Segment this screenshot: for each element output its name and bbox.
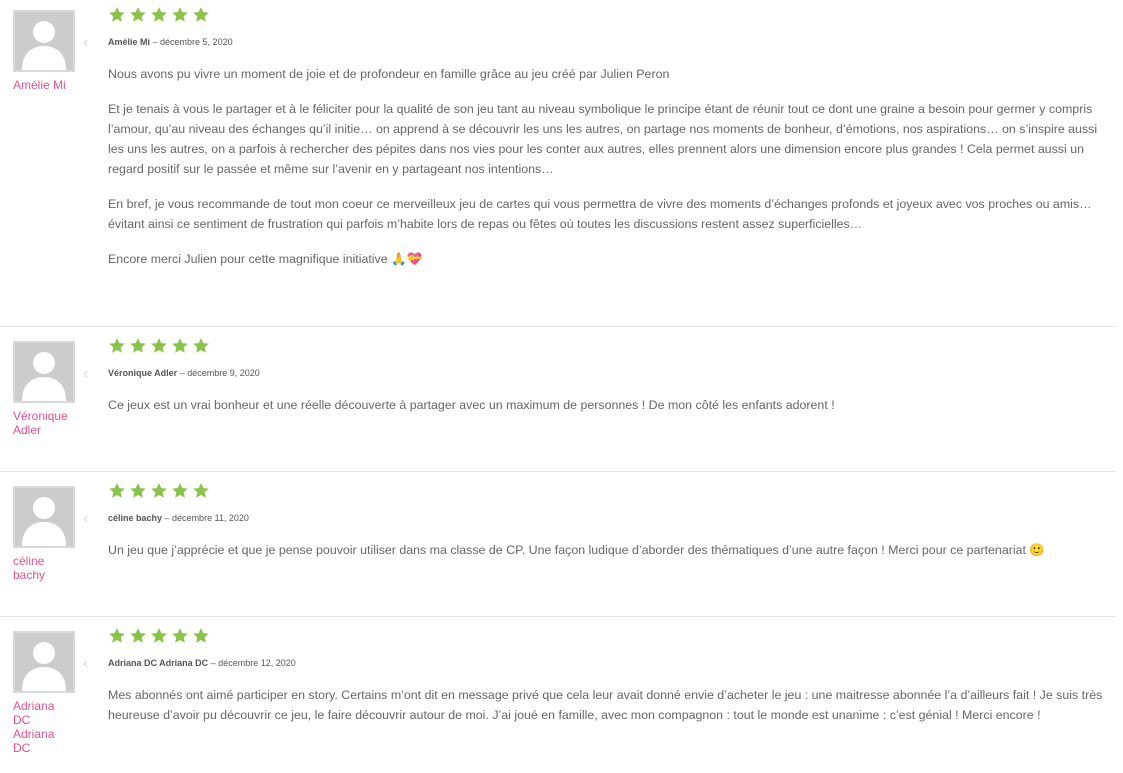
star-icon xyxy=(151,628,167,643)
review-divider xyxy=(0,326,1115,327)
star-icon xyxy=(109,483,125,498)
review-text: Mes abonnés ont aimé participer en story… xyxy=(108,685,1115,725)
star-icon xyxy=(193,483,209,498)
avatar xyxy=(13,10,75,72)
review-content: Véronique Adler – décembre 9, 2020 Ce je… xyxy=(108,337,1115,415)
review-meta: céline bachy – décembre 11, 2020 xyxy=(108,512,1115,524)
star-rating xyxy=(108,337,1115,355)
meta-separator: – xyxy=(162,513,173,523)
review-text: Ce jeux est un vrai bonheur et une réell… xyxy=(108,395,1115,415)
meta-separator: – xyxy=(208,658,219,668)
review-author: Amélie Mi xyxy=(108,37,151,47)
avatar xyxy=(13,631,75,693)
review-paragraph: Nous avons pu vivre un moment de joie et… xyxy=(108,67,670,81)
avatar xyxy=(13,486,75,548)
star-icon xyxy=(172,628,188,643)
reviewer-name-link[interactable]: Adriana DC Adriana DC xyxy=(13,699,73,755)
default-user-icon xyxy=(15,343,73,401)
chevron-left-icon: ‹ xyxy=(83,655,89,672)
chevron-left-icon: ‹ xyxy=(83,365,89,382)
chevron-left-icon: ‹ xyxy=(83,34,89,51)
review-text: Un jeu que j’apprécie et que je pense po… xyxy=(108,540,1115,560)
star-icon xyxy=(130,628,146,643)
review-date: décembre 12, 2020 xyxy=(218,658,296,668)
reviewer-column: Véronique Adler xyxy=(13,341,75,437)
review-content: céline bachy – décembre 11, 2020 Un jeu … xyxy=(108,482,1115,560)
review-date: décembre 11, 2020 xyxy=(172,513,249,523)
review-paragraph: Ce jeux est un vrai bonheur et une réell… xyxy=(108,398,835,412)
reviewer-column: céline bachy xyxy=(13,486,75,582)
review-paragraph: Un jeu que j’apprécie et que je pense po… xyxy=(108,543,1045,557)
avatar xyxy=(13,341,75,403)
star-icon xyxy=(172,7,188,22)
star-rating xyxy=(108,482,1115,500)
review-paragraph: Et je tenais à vous le partager et à le … xyxy=(108,102,1098,176)
star-icon xyxy=(193,628,209,643)
star-icon xyxy=(109,628,125,643)
review-meta: Amélie Mi – décembre 5, 2020 xyxy=(108,36,1115,48)
star-icon xyxy=(151,7,167,22)
star-rating xyxy=(108,6,1115,24)
reviewer-name-link[interactable]: Amélie Mi xyxy=(13,78,73,92)
star-icon xyxy=(193,7,209,22)
review-paragraph: Mes abonnés ont aimé participer en story… xyxy=(108,688,1103,722)
star-icon xyxy=(172,338,188,353)
star-icon xyxy=(172,483,188,498)
star-rating xyxy=(108,627,1115,645)
chevron-left-icon: ‹ xyxy=(83,510,89,527)
default-user-icon xyxy=(15,488,73,546)
review-author: céline bachy xyxy=(108,513,163,523)
review-meta: Adriana DC Adriana DC – décembre 12, 202… xyxy=(108,657,1115,669)
default-user-icon xyxy=(15,12,73,70)
review-author: Adriana DC Adriana DC xyxy=(108,658,209,668)
star-icon xyxy=(193,338,209,353)
reviewer-column: Amélie Mi xyxy=(13,10,75,92)
reviewer-name-link[interactable]: céline bachy xyxy=(13,554,73,582)
reviewer-name-link[interactable]: Véronique Adler xyxy=(13,409,73,437)
star-icon xyxy=(130,338,146,353)
star-icon xyxy=(130,7,146,22)
default-user-icon xyxy=(15,633,73,691)
review-meta: Véronique Adler – décembre 9, 2020 xyxy=(108,367,1115,379)
review-date: décembre 9, 2020 xyxy=(187,368,260,378)
star-icon xyxy=(151,483,167,498)
review-date: décembre 5, 2020 xyxy=(160,37,233,47)
star-icon xyxy=(130,483,146,498)
star-icon xyxy=(151,338,167,353)
review-author: Véronique Adler xyxy=(108,368,178,378)
reviewer-column: Adriana DC Adriana DC xyxy=(13,631,75,755)
review-text: Nous avons pu vivre un moment de joie et… xyxy=(108,64,1115,269)
star-icon xyxy=(109,7,125,22)
review-content: Adriana DC Adriana DC – décembre 12, 202… xyxy=(108,627,1115,725)
meta-separator: – xyxy=(150,37,161,47)
review-divider xyxy=(0,471,1115,472)
review-paragraph: En bref, je vous recommande de tout mon … xyxy=(108,197,1092,231)
star-icon xyxy=(109,338,125,353)
meta-separator: – xyxy=(177,368,188,378)
review-paragraph: Encore merci Julien pour cette magnifiqu… xyxy=(108,252,422,266)
review-divider xyxy=(0,616,1115,617)
review-content: Amélie Mi – décembre 5, 2020 Nous avons … xyxy=(108,6,1115,269)
